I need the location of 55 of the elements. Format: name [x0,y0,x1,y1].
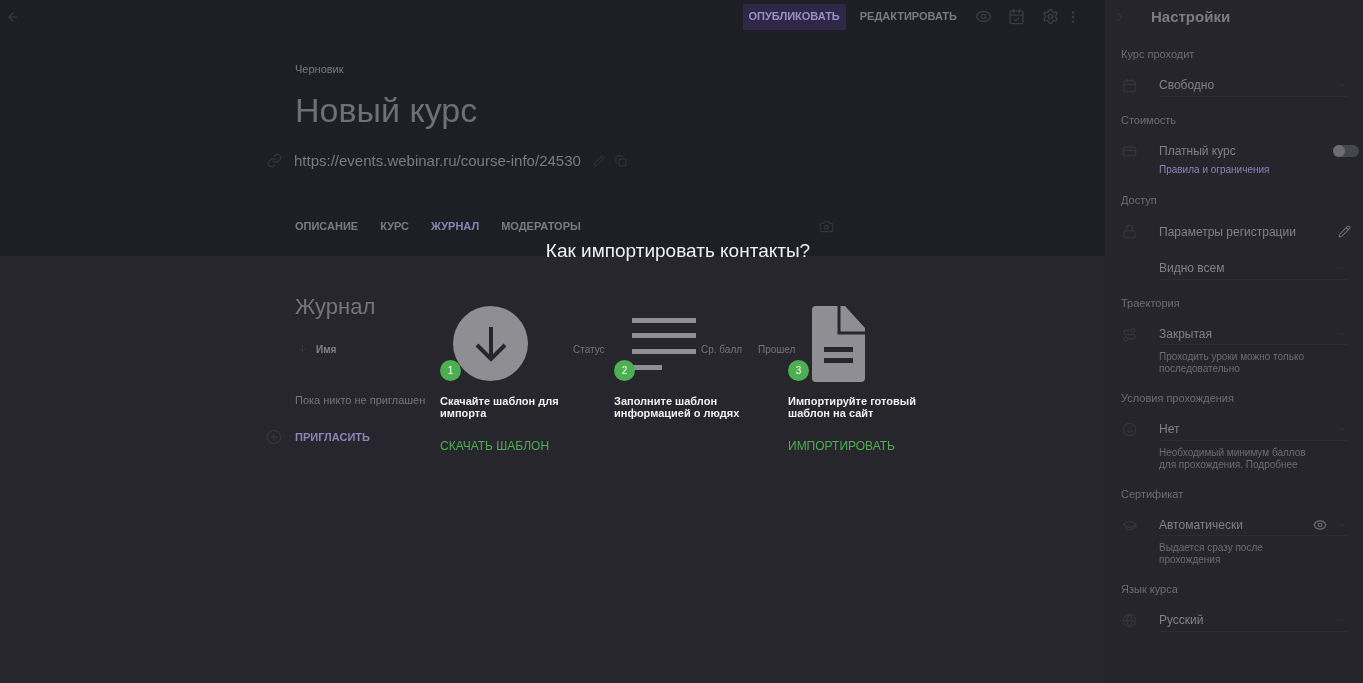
dialog-title: Как импортировать контакты? [545,239,811,263]
section-label: Сертификат [1121,486,1184,502]
pencil-icon[interactable] [1338,225,1351,238]
section-label: Язык курса [1121,582,1178,597]
select-field[interactable]: Видно всем [1159,257,1347,280]
empty-message: Пока никто не приглашен [295,393,426,408]
column-header[interactable]: Статус [573,344,605,355]
preview-icon[interactable] [975,8,992,25]
select-field[interactable]: Нет [1159,418,1347,441]
step-number-badge: 3 [788,360,809,381]
settings-icon[interactable] [1042,8,1059,25]
section-label: Стоимость [1121,112,1177,128]
setting-name: Параметры регистрации [1159,223,1297,241]
column-header[interactable]: Ср. балл [701,344,743,355]
panel-title: Настройки [1151,6,1231,27]
calendar-check-icon[interactable] [1008,8,1025,25]
step-number-badge: 2 [614,360,635,381]
edit-button[interactable]: РЕДАКТИРОВАТЬ [857,3,959,30]
eye-icon[interactable] [1313,517,1327,532]
step-description: Заполните шаблон информацией о людях [614,395,741,419]
rules-link[interactable]: Правила и ограничения [1159,162,1270,177]
section-label: Доступ [1121,193,1157,208]
section-label: Траектория [1121,295,1180,311]
camera-icon[interactable] [818,218,834,234]
step-description: Скачайте шаблон для импорта [440,395,560,419]
select-field[interactable]: Свободно [1159,74,1347,97]
journal-title: Журнал [295,294,376,320]
setting-hint: Необходимый минимум баллов для прохождения. Подробнее [1159,446,1307,471]
document-icon [812,306,865,382]
tab[interactable]: МОДЕРАТОРЫ [501,218,581,235]
column-header[interactable]: Имя [316,344,337,355]
back-icon[interactable] [6,9,20,24]
step-number-badge: 1 [440,360,461,381]
import-link[interactable]: ИМПОРТИРОВАТЬ [788,437,895,455]
setting-hint: Проходить уроки можно только последовательно [1159,351,1305,375]
setting-hint: Выдается сразу после прохождения [1159,542,1264,566]
invite-button[interactable]: ПРИГЛАСИТЬ [295,428,370,445]
select-field[interactable]: Закрытая [1159,323,1347,345]
publish-button[interactable]: ОПУБЛИКОВАТЬ [742,3,846,30]
step-description: Импортируйте готовый шаблон на сайт [788,395,917,419]
download-template-link[interactable]: СКАЧАТЬ ШАБЛОН [440,437,550,455]
section-label: Условия прохождения [1121,391,1234,406]
toggle-switch[interactable] [1333,145,1359,157]
tab[interactable]: КУРС [380,218,409,235]
column-header[interactable]: Прошел [758,344,796,355]
setting-name: Платный курс [1159,143,1237,160]
select-field[interactable]: Автоматически [1159,514,1347,536]
status-label: Черновик [295,62,344,77]
course-title: Новый курс [295,89,478,130]
course-url[interactable]: https://events.webinar.ru/course-info/24530 [294,149,581,172]
section-label: Курс проходит [1121,47,1195,62]
text-lines-icon [632,318,696,370]
tab[interactable]: ОПИСАНИЕ [295,218,359,235]
select-field[interactable]: Русский [1159,609,1347,632]
tab[interactable]: ЖУРНАЛ [431,218,480,235]
